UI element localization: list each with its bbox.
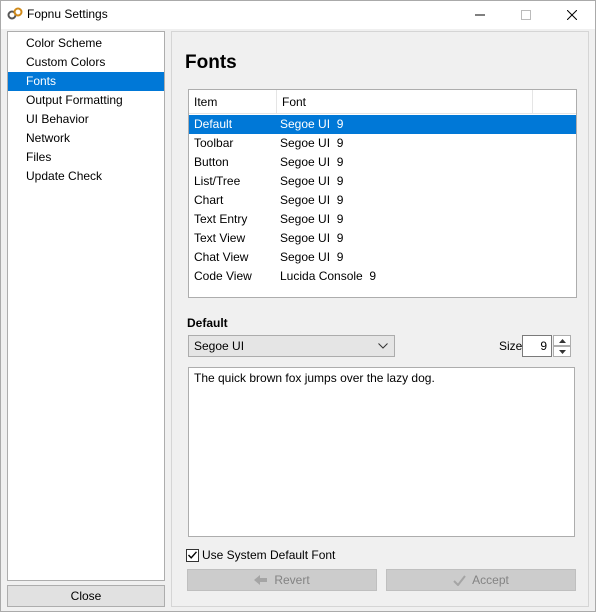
column-header-font[interactable]: Font bbox=[277, 90, 533, 114]
table-row[interactable]: Text View Segoe UI 9 bbox=[189, 229, 576, 248]
cell-font: Segoe UI 9 bbox=[280, 117, 344, 131]
fonts-settings-panel: Fonts Item Font Default Segoe UI 9 Toolb… bbox=[171, 31, 589, 607]
close-button[interactable]: Close bbox=[7, 585, 165, 607]
minimize-icon bbox=[475, 14, 485, 16]
table-row[interactable]: Default Segoe UI 9 bbox=[189, 115, 576, 134]
close-icon bbox=[567, 10, 577, 20]
checkbox-label: Use System Default Font bbox=[202, 548, 336, 562]
cell-item: Default bbox=[194, 117, 233, 131]
list-header: Item Font bbox=[189, 90, 576, 114]
selected-item-label: Default bbox=[187, 316, 228, 330]
cell-font: Segoe UI 9 bbox=[280, 193, 344, 207]
window-close-button[interactable] bbox=[549, 1, 595, 29]
nav-item-network[interactable]: Network bbox=[8, 129, 164, 148]
cell-item: Text Entry bbox=[194, 212, 248, 226]
cell-item: Code View bbox=[194, 269, 252, 283]
cell-item: Chart bbox=[194, 193, 224, 207]
page-title: Fonts bbox=[185, 52, 237, 73]
font-items-list: Item Font Default Segoe UI 9 Toolbar Seg… bbox=[188, 89, 577, 298]
cell-font: Segoe UI 9 bbox=[280, 250, 344, 264]
size-increment-button[interactable] bbox=[553, 335, 571, 346]
checkbox-box[interactable] bbox=[186, 548, 199, 562]
nav-item-fonts[interactable]: Fonts bbox=[8, 72, 164, 91]
revert-arrow-icon bbox=[254, 575, 268, 585]
font-preview-box: The quick brown fox jumps over the lazy … bbox=[188, 367, 575, 537]
font-size-input[interactable]: 9 bbox=[522, 335, 552, 357]
cell-font: Segoe UI 9 bbox=[280, 231, 344, 245]
nav-item-ui-behavior[interactable]: UI Behavior bbox=[8, 110, 164, 129]
preview-text: The quick brown fox jumps over the lazy … bbox=[194, 371, 435, 385]
checkmark-icon bbox=[188, 551, 197, 559]
table-row[interactable]: Toolbar Segoe UI 9 bbox=[189, 134, 576, 153]
cell-item: List/Tree bbox=[194, 174, 241, 188]
table-row[interactable]: Code View Lucida Console 9 bbox=[189, 267, 576, 286]
nav-item-files[interactable]: Files bbox=[8, 148, 164, 167]
arrow-down-icon bbox=[558, 349, 566, 354]
cell-font: Segoe UI 9 bbox=[280, 212, 344, 226]
table-row[interactable]: Chart Segoe UI 9 bbox=[189, 191, 576, 210]
chevron-down-icon bbox=[376, 336, 390, 356]
cell-font: Segoe UI 9 bbox=[280, 174, 344, 188]
size-label: Size bbox=[499, 339, 523, 353]
cell-font: Lucida Console 9 bbox=[280, 269, 377, 283]
cell-item: Button bbox=[194, 155, 229, 169]
arrow-up-icon bbox=[558, 338, 566, 343]
nav-item-output-formatting[interactable]: Output Formatting bbox=[8, 91, 164, 110]
table-row[interactable]: Button Segoe UI 9 bbox=[189, 153, 576, 172]
settings-nav-list: Color Scheme Custom Colors Fonts Output … bbox=[7, 31, 165, 581]
minimize-button[interactable] bbox=[457, 1, 503, 29]
maximize-button[interactable] bbox=[503, 1, 549, 29]
font-family-value: Segoe UI bbox=[194, 339, 245, 353]
nav-item-update-check[interactable]: Update Check bbox=[8, 167, 164, 186]
maximize-icon bbox=[521, 10, 531, 20]
cell-font: Segoe UI 9 bbox=[280, 155, 344, 169]
revert-label: Revert bbox=[274, 573, 310, 587]
cell-item: Chat View bbox=[194, 250, 249, 264]
fopnu-logo-icon bbox=[7, 7, 23, 20]
checkmark-icon bbox=[453, 574, 466, 586]
window-client-area: Color Scheme Custom Colors Fonts Output … bbox=[1, 29, 595, 611]
cell-item: Text View bbox=[194, 231, 246, 245]
table-row[interactable]: Text Entry Segoe UI 9 bbox=[189, 210, 576, 229]
window-title: Fopnu Settings bbox=[27, 7, 108, 21]
title-bar[interactable]: Fopnu Settings bbox=[1, 1, 595, 29]
cell-font: Segoe UI 9 bbox=[280, 136, 344, 150]
nav-item-custom-colors[interactable]: Custom Colors bbox=[8, 53, 164, 72]
accept-button[interactable]: Accept bbox=[386, 569, 576, 591]
revert-button[interactable]: Revert bbox=[187, 569, 377, 591]
nav-item-color-scheme[interactable]: Color Scheme bbox=[8, 34, 164, 53]
use-system-default-font-checkbox[interactable]: Use System Default Font bbox=[186, 547, 335, 563]
column-header-item[interactable]: Item bbox=[189, 90, 277, 114]
size-decrement-button[interactable] bbox=[553, 346, 571, 357]
font-family-select[interactable]: Segoe UI bbox=[188, 335, 395, 357]
cell-item: Toolbar bbox=[194, 136, 234, 150]
table-row[interactable]: List/Tree Segoe UI 9 bbox=[189, 172, 576, 191]
table-row[interactable]: Chat View Segoe UI 9 bbox=[189, 248, 576, 267]
settings-window: Fopnu Settings Color Scheme Custom Color… bbox=[0, 0, 596, 612]
accept-label: Accept bbox=[472, 573, 509, 587]
